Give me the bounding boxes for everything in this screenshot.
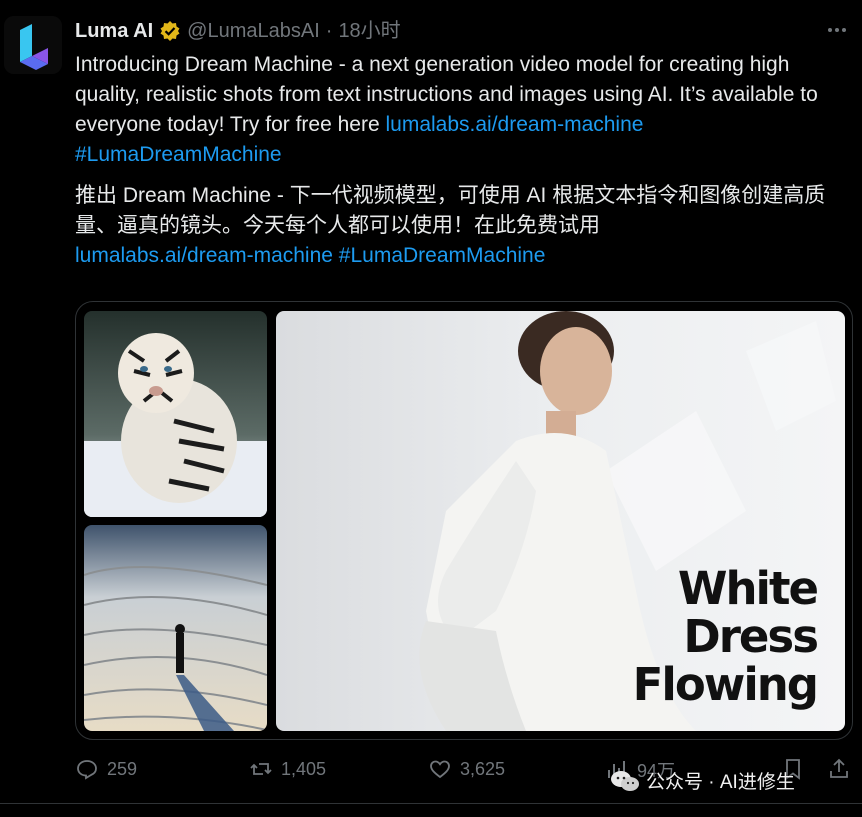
tweet-header: Luma AI @LumaLabsAI · 18小时: [75, 17, 401, 45]
author-name[interactable]: Luma AI: [75, 17, 153, 45]
retweet-count: 1,405: [281, 758, 327, 779]
tweet-text-chinese: 推出 Dream Machine - 下一代视频模型，可使用 AI 根据文本指令…: [75, 181, 845, 271]
heart-icon: [430, 760, 450, 779]
caption-line: White: [677, 562, 819, 615]
retweet-button[interactable]: 1,405: [249, 757, 326, 781]
divider: [0, 803, 862, 804]
more-icon[interactable]: [824, 20, 850, 40]
hashtag-link-zh[interactable]: #LumaDreamMachine: [339, 244, 546, 267]
share-icon: [830, 758, 848, 778]
wechat-icon: [611, 770, 639, 791]
luma-logo-icon: [4, 16, 62, 74]
reply-icon: [77, 760, 97, 780]
caption-line: Dress: [683, 610, 819, 663]
reply-count: 259: [107, 758, 138, 779]
tiger-video-thumbnail[interactable]: [84, 311, 267, 517]
caption-line: Flowing: [632, 658, 819, 711]
avatar[interactable]: [4, 16, 62, 74]
video-caption: White Dress Flowing: [632, 562, 819, 711]
media-grid: White Dress Flowing: [75, 301, 853, 740]
like-button[interactable]: 3,625: [428, 757, 505, 781]
share-button[interactable]: [827, 757, 851, 781]
verified-badge-icon[interactable]: [159, 20, 181, 42]
hashtag-link-en[interactable]: #LumaDreamMachine: [75, 143, 282, 166]
tweet-timestamp[interactable]: 18小时: [338, 17, 400, 45]
reply-button[interactable]: 259: [75, 757, 137, 781]
retweet-icon: [250, 763, 272, 775]
white-dress-video-thumbnail[interactable]: White Dress Flowing: [276, 311, 845, 731]
desert-video-thumbnail[interactable]: [84, 525, 267, 731]
author-handle[interactable]: @LumaLabsAI: [187, 17, 320, 45]
meta-separator: ·: [325, 20, 333, 42]
tweet-body-zh: 推出 Dream Machine - 下一代视频模型，可使用 AI 根据文本指令…: [75, 184, 826, 237]
tweet-text-english: Introducing Dream Machine - a next gener…: [75, 50, 845, 170]
watermark-text: 公众号 · AI进修生: [646, 772, 795, 793]
like-count: 3,625: [460, 758, 506, 779]
watermark: 公众号 · AI进修生: [610, 767, 795, 794]
dream-machine-link-en[interactable]: lumalabs.ai/dream-machine: [386, 113, 644, 136]
dream-machine-link-zh[interactable]: lumalabs.ai/dream-machine: [75, 244, 333, 267]
